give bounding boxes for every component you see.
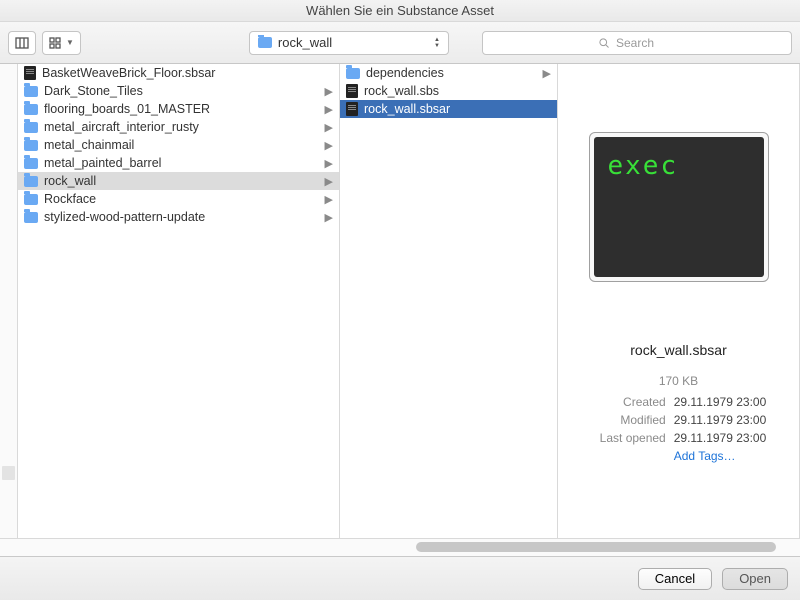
list-item-label: stylized-wood-pattern-update — [44, 210, 319, 224]
chevron-right-icon: ▶ — [325, 121, 333, 134]
folder-icon — [24, 194, 38, 205]
chevron-right-icon: ▶ — [325, 175, 333, 188]
horizontal-scrollbar[interactable] — [0, 538, 800, 556]
list-item[interactable]: Dark_Stone_Tiles ▶ — [18, 82, 339, 100]
folder-icon — [24, 104, 38, 115]
modified-label: Modified — [568, 412, 669, 428]
list-item[interactable]: rock_wall.sbsar — [340, 100, 557, 118]
list-item-label: rock_wall.sbsar — [364, 102, 551, 116]
document-icon — [346, 102, 358, 116]
preview-filesize: 170 KB — [566, 374, 791, 388]
opened-value: 29.11.1979 23:00 — [671, 430, 789, 446]
scrollbar-thumb[interactable] — [416, 542, 776, 552]
sidebar-strip — [0, 64, 18, 538]
preview-column: exec rock_wall.sbsar 170 KB Created29.11… — [558, 64, 800, 538]
path-label: rock_wall — [278, 35, 332, 50]
list-item-label: rock_wall — [44, 174, 319, 188]
folder-icon — [24, 140, 38, 151]
column-2: dependencies ▶ rock_wall.sbs rock_wall.sbsa… — [340, 64, 558, 538]
open-button[interactable]: Open — [722, 568, 788, 590]
list-item-label: metal_aircraft_interior_rusty — [44, 120, 319, 134]
folder-icon — [346, 68, 360, 79]
view-grid-button[interactable]: ▼ — [42, 31, 81, 55]
created-value: 29.11.1979 23:00 — [671, 394, 789, 410]
search-input[interactable] — [616, 36, 676, 50]
chevron-right-icon: ▶ — [325, 103, 333, 116]
folder-icon — [24, 212, 38, 223]
created-label: Created — [568, 394, 669, 410]
chevron-down-icon: ▼ — [66, 38, 74, 47]
list-item[interactable]: stylized-wood-pattern-update ▶ — [18, 208, 339, 226]
path-dropdown[interactable]: rock_wall ▲▼ — [249, 31, 449, 55]
list-item-label: rock_wall.sbs — [364, 84, 551, 98]
exec-label: exec — [608, 151, 679, 181]
list-item[interactable]: BasketWeaveBrick_Floor.sbsar — [18, 64, 339, 82]
view-columns-button[interactable] — [8, 31, 36, 55]
preview-thumbnail: exec — [589, 132, 769, 282]
list-item-label: BasketWeaveBrick_Floor.sbsar — [42, 66, 333, 80]
column-1: BasketWeaveBrick_Floor.sbsar Dark_Stone_T… — [18, 64, 340, 538]
add-tags-link[interactable]: Add Tags… — [674, 449, 736, 463]
search-icon — [598, 37, 610, 49]
file-columns: BasketWeaveBrick_Floor.sbsar Dark_Stone_T… — [0, 64, 800, 538]
folder-icon — [258, 37, 272, 48]
folder-icon — [24, 122, 38, 133]
chevron-right-icon: ▶ — [325, 157, 333, 170]
folder-icon — [24, 158, 38, 169]
list-item[interactable]: rock_wall ▶ — [18, 172, 339, 190]
cancel-button[interactable]: Cancel — [638, 568, 712, 590]
folder-icon — [24, 86, 38, 97]
list-item-label: flooring_boards_01_MASTER — [44, 102, 319, 116]
chevron-right-icon: ▶ — [325, 85, 333, 98]
list-item[interactable]: metal_aircraft_interior_rusty ▶ — [18, 118, 339, 136]
chevron-right-icon: ▶ — [325, 193, 333, 206]
modified-value: 29.11.1979 23:00 — [671, 412, 789, 428]
columns-icon — [15, 36, 29, 50]
document-icon — [24, 66, 36, 80]
list-item-label: metal_painted_barrel — [44, 156, 319, 170]
window-title: Wählen Sie ein Substance Asset — [0, 0, 800, 22]
list-item-label: metal_chainmail — [44, 138, 319, 152]
search-field[interactable] — [482, 31, 792, 55]
caret-icon: ▲▼ — [434, 37, 440, 49]
document-icon — [346, 84, 358, 98]
list-item[interactable]: metal_chainmail ▶ — [18, 136, 339, 154]
list-item[interactable]: dependencies ▶ — [340, 64, 557, 82]
chevron-right-icon: ▶ — [325, 211, 333, 224]
list-item[interactable]: rock_wall.sbs — [340, 82, 557, 100]
chevron-right-icon: ▶ — [325, 139, 333, 152]
preview-filename: rock_wall.sbsar — [566, 342, 791, 358]
opened-label: Last opened — [568, 430, 669, 446]
chevron-right-icon: ▶ — [543, 67, 551, 80]
list-item-label: Rockface — [44, 192, 319, 206]
footer: Cancel Open — [0, 556, 800, 600]
folder-icon — [24, 176, 38, 187]
grid-icon — [49, 36, 63, 50]
list-item[interactable]: Rockface ▶ — [18, 190, 339, 208]
list-item-label: Dark_Stone_Tiles — [44, 84, 319, 98]
list-item-label: dependencies — [366, 66, 537, 80]
list-item[interactable]: flooring_boards_01_MASTER ▶ — [18, 100, 339, 118]
list-item[interactable]: metal_painted_barrel ▶ — [18, 154, 339, 172]
toolbar: ▼ rock_wall ▲▼ — [0, 22, 800, 64]
